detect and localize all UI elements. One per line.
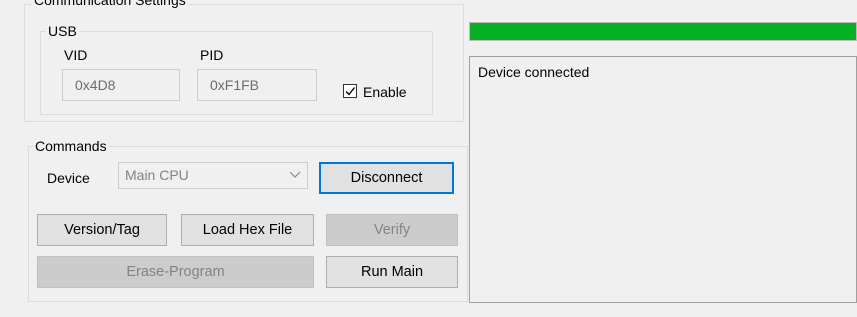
progress-fill [470, 23, 856, 40]
chevron-down-icon [289, 171, 301, 178]
load-hex-file-button[interactable]: Load Hex File [181, 214, 314, 246]
pid-field: 0xF1FB [197, 69, 317, 101]
vid-label: VID [64, 47, 88, 63]
enable-label[interactable]: Enable [363, 83, 407, 101]
usb-legend: USB [46, 23, 79, 39]
verify-button[interactable]: Verify [326, 214, 458, 246]
erase-program-button[interactable]: Erase-Program [37, 256, 314, 288]
enable-checkbox[interactable] [343, 84, 357, 98]
vid-field: 0x4D8 [62, 69, 180, 101]
run-main-button[interactable]: Run Main [326, 256, 458, 288]
device-select-value: Main CPU [125, 167, 189, 183]
pid-label: PID [200, 47, 224, 63]
commands-legend: Commands [33, 138, 109, 154]
device-label: Device [47, 170, 90, 186]
version-tag-button[interactable]: Version/Tag [37, 214, 167, 246]
progress-bar [469, 22, 857, 41]
check-icon [345, 87, 356, 96]
device-select[interactable]: Main CPU [118, 162, 308, 189]
log-text: Device connected [478, 64, 590, 80]
communication-settings-title: Communication Settings [32, 0, 188, 8]
log-output[interactable]: Device connected [469, 56, 857, 303]
disconnect-button[interactable]: Disconnect [319, 162, 454, 194]
